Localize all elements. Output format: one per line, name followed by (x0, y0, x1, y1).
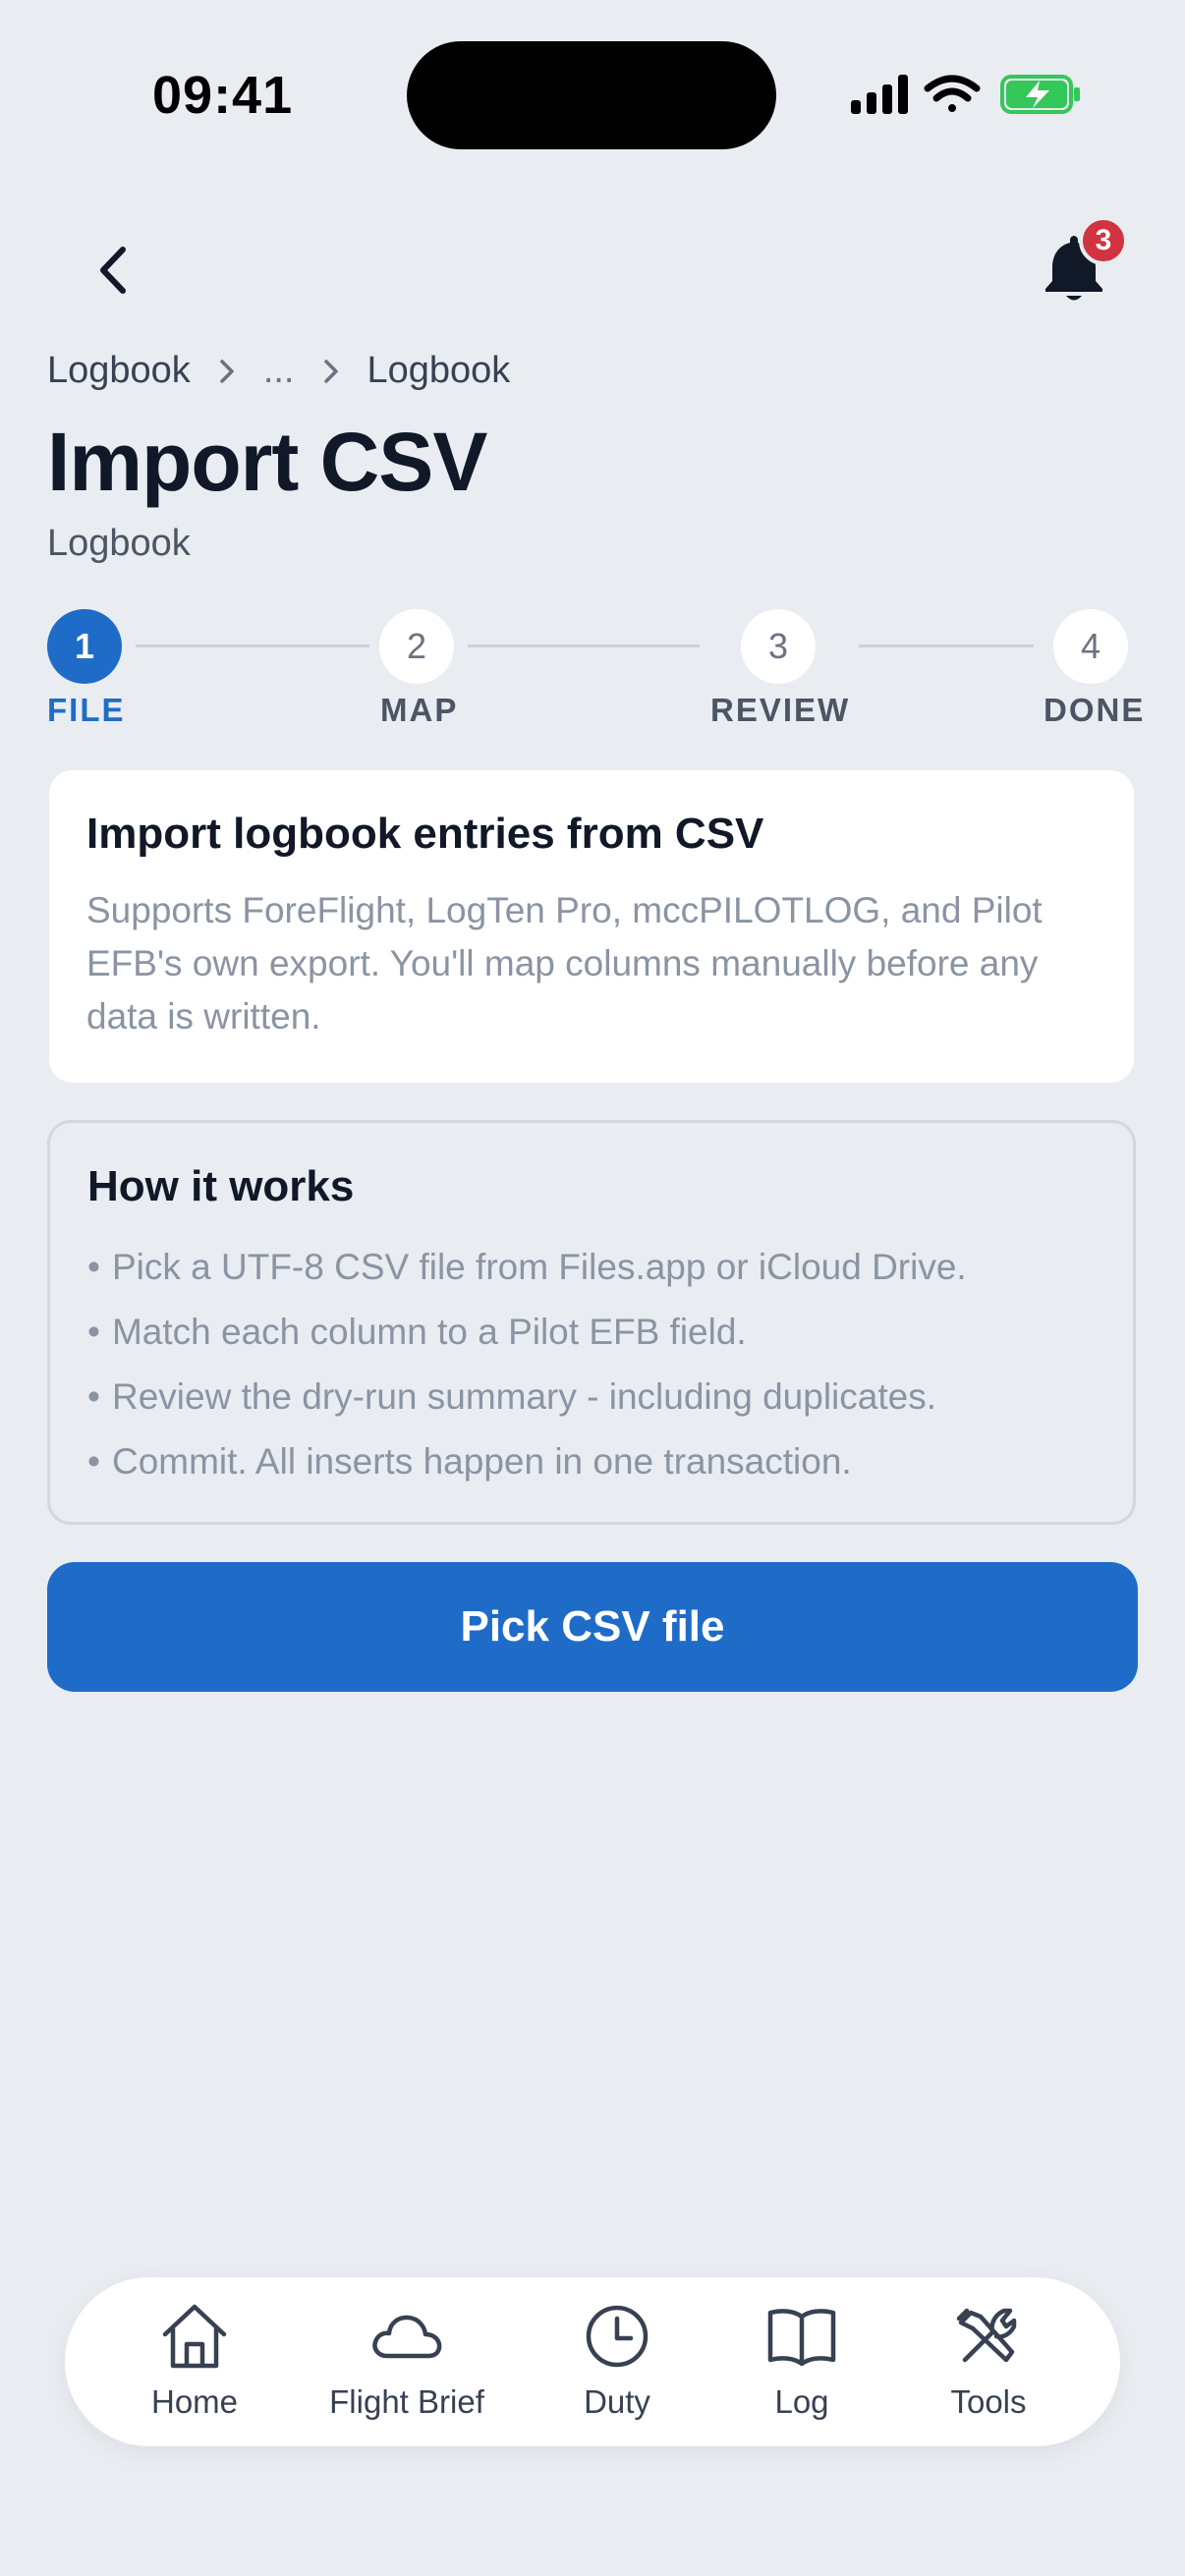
breadcrumb-item-logbook[interactable]: Logbook (47, 350, 191, 392)
step-connector (468, 644, 700, 647)
intro-card-body: Supports ForeFlight, LogTen Pro, mccPILO… (86, 890, 1043, 1036)
intro-card-title: Import logbook entries from CSV (86, 810, 764, 858)
chevron-right-icon (322, 358, 340, 385)
how-it-works-card: How it works • Pick a UTF-8 CSV file from… (47, 1120, 1136, 1525)
breadcrumb-item-current: Logbook (367, 350, 511, 391)
book-icon (767, 2309, 836, 2367)
status-bar: 09:41 (0, 0, 1185, 187)
step-connector (136, 644, 369, 647)
tab-tools[interactable]: Tools (890, 2299, 1087, 2427)
clock-icon (586, 2305, 649, 2368)
step-2-indicator: 2 (379, 609, 454, 684)
tools-icon (956, 2308, 1017, 2363)
wifi-icon (924, 75, 981, 112)
signal-icon (851, 75, 908, 114)
how-it-works-title: How it works (87, 1162, 355, 1210)
notification-badge: 3 (1079, 216, 1128, 265)
how-it-works-list: • Pick a UTF-8 CSV file from Files.app or… (87, 1235, 1096, 1494)
tab-log[interactable]: Log (704, 2299, 900, 2427)
list-item: • Review the dry-run summary - including … (87, 1376, 936, 1417)
list-item: • Match each column to a Pilot EFB field. (87, 1312, 747, 1352)
list-item: • Commit. All inserts happen in one trans… (87, 1441, 852, 1482)
breadcrumb: Logbook ... Logbook (47, 350, 510, 392)
step-1-indicator: 1 (47, 609, 122, 684)
step-3-label: REVIEW (710, 692, 851, 728)
step-1-label: FILE (47, 692, 126, 728)
list-item: • Pick a UTF-8 CSV file from Files.app or… (87, 1247, 967, 1287)
chevron-left-icon (100, 247, 126, 294)
tab-label: Flight Brief (329, 2383, 484, 2420)
battery-icon (1000, 75, 1080, 114)
chevron-right-icon (218, 358, 236, 385)
step-2-label: MAP (380, 692, 459, 728)
page-subtitle: Logbook (47, 523, 191, 564)
step-4-label: DONE (1044, 692, 1146, 728)
intro-card: Import logbook entries from CSV Supports… (49, 770, 1134, 1083)
step-4-indicator: 4 (1053, 609, 1128, 684)
tab-label: Home (150, 2383, 239, 2420)
dynamic-island (407, 41, 776, 149)
home-icon (162, 2304, 227, 2369)
tab-label: Log (774, 2383, 829, 2420)
step-connector (859, 644, 1034, 647)
status-icons (847, 71, 1083, 125)
cloud-icon (372, 2315, 442, 2359)
tab-label: Duty (584, 2383, 650, 2420)
status-time: 09:41 (152, 66, 294, 125)
pick-csv-file-button[interactable]: Pick CSV file (47, 1562, 1138, 1692)
tab-label: Tools (950, 2383, 1027, 2420)
tab-home[interactable]: Home (96, 2299, 293, 2427)
tab-bar: Home Flight Brief Duty Log Tools (65, 2277, 1120, 2446)
breadcrumb-ellipsis[interactable]: ... (263, 350, 295, 392)
step-3-indicator: 3 (741, 609, 816, 684)
tab-flight-brief[interactable]: Flight Brief (309, 2299, 505, 2427)
tab-duty[interactable]: Duty (519, 2299, 715, 2427)
back-button[interactable] (88, 236, 138, 305)
page-title: Import CSV (47, 416, 487, 508)
